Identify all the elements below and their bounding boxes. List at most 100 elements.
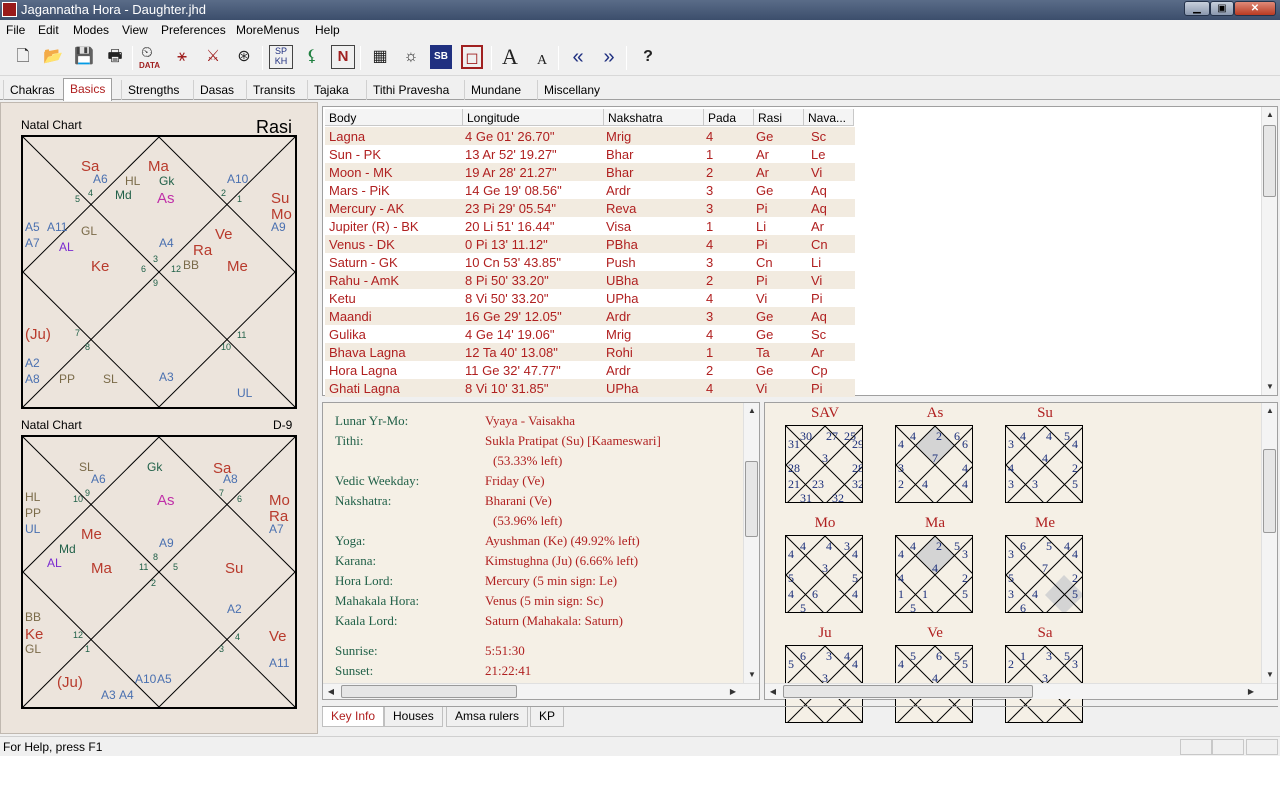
new-file-icon[interactable]: 🗋	[11, 45, 35, 69]
frame-icon[interactable]: ◻	[461, 45, 483, 69]
menu-edit[interactable]: Edit	[38, 23, 59, 37]
table-cell: Aq	[811, 183, 827, 198]
col-longitude[interactable]: Longitude	[463, 109, 604, 126]
chart-token: A4	[159, 236, 174, 250]
table-vscroll[interactable]: ▲ ▼	[1261, 107, 1277, 395]
table-row[interactable]: Lagna 4 Ge 01' 26.70" Mrig 4 Ge Sc	[325, 127, 855, 145]
chart-token: 1	[237, 194, 243, 204]
chart-token: 11	[139, 562, 149, 572]
close-button[interactable]: ✕	[1234, 1, 1276, 16]
next-icon[interactable]: »	[597, 45, 621, 69]
tab-houses[interactable]: Houses	[384, 707, 443, 727]
menu-preferences[interactable]: Preferences	[161, 23, 226, 37]
compare-icon[interactable]: ⚔	[201, 45, 225, 69]
tab-kp[interactable]: KP	[530, 707, 565, 727]
chart-token: AL	[47, 556, 62, 570]
col-pada[interactable]: Pada	[704, 109, 754, 126]
varga-chart[interactable]: 443445354465	[785, 535, 863, 613]
rasi-chart[interactable]: Sa Ma A6 HL Gk Md As 5 4 A10 2 1 Su Mo A9 A5 A11 A7 GL AL A4…	[21, 135, 297, 409]
varga-chart[interactable]: 44534442353	[1005, 425, 1083, 503]
chart-token: A4	[119, 688, 134, 702]
font-smaller-icon[interactable]: A	[530, 49, 554, 73]
maximize-button[interactable]: ▣	[1210, 1, 1234, 16]
varga-chart[interactable]: 425434421515	[895, 535, 973, 613]
varga-bindu: 6	[954, 429, 960, 443]
sb-icon[interactable]: SB	[430, 45, 452, 69]
chart-token: Md	[59, 542, 76, 556]
keyinfo-hscroll[interactable]: ◀ ▶	[323, 683, 759, 699]
grid-icon[interactable]: ▦	[368, 45, 392, 69]
menu-moremenus[interactable]: MoreMenus	[236, 23, 299, 37]
menu-view[interactable]: View	[122, 23, 148, 37]
chart-token: 10	[73, 494, 84, 504]
varga-bindu: 31	[800, 491, 812, 503]
tab-mundane[interactable]: Mundane	[464, 80, 527, 100]
varga-bindu: 6	[800, 649, 806, 663]
tab-chakras[interactable]: Chakras	[3, 80, 61, 100]
table-row[interactable]: Ghati Lagna 8 Vi 10' 31.85" UPha 4 Vi Pi	[325, 379, 855, 397]
col-rasi[interactable]: Rasi	[754, 109, 804, 126]
table-row[interactable]: Mars - PiK 14 Ge 19' 08.56" Ardr 3 Ge Aq	[325, 181, 855, 199]
table-row[interactable]: Sun - PK 13 Ar 52' 19.27" Bhar 1 Ar Le	[325, 145, 855, 163]
chart-token: A3	[101, 688, 116, 702]
astro-icon[interactable]: ⚸	[300, 45, 324, 69]
wheel-icon[interactable]: ⊛	[232, 45, 256, 69]
table-row[interactable]: Rahu - AmK 8 Pi 50' 33.20" UBha 2 Pi Vi	[325, 271, 855, 289]
transit-icon[interactable]: ⚹	[170, 45, 194, 69]
tab-dasas[interactable]: Dasas	[193, 80, 240, 100]
varga-bindu: 4	[1072, 437, 1078, 451]
varga-chart[interactable]: 654345723546	[1005, 535, 1083, 613]
previous-icon[interactable]: «	[566, 45, 590, 69]
varga-bindu: 4	[1046, 429, 1052, 443]
table-row[interactable]: Bhava Lagna 12 Ta 40' 13.08" Rohi 1 Ta Ar	[325, 343, 855, 361]
minimize-button[interactable]: ▁	[1184, 1, 1210, 16]
chart-token: 4	[88, 188, 94, 198]
tab-strengths[interactable]: Strengths	[121, 80, 185, 100]
table-row[interactable]: Ketu 8 Vi 50' 33.20" UPha 4 Vi Pi	[325, 289, 855, 307]
table-row[interactable]: Saturn - GK 10 Cn 53' 43.85" Push 3 Cn Li	[325, 253, 855, 271]
tab-tajaka[interactable]: Tajaka	[307, 80, 355, 100]
sun-icon[interactable]: ☼	[399, 45, 423, 69]
notes-icon[interactable]: N	[331, 45, 355, 69]
table-cell: 1	[706, 147, 714, 162]
varga-vscroll[interactable]: ▲ ▼	[1261, 403, 1277, 683]
col-navamsa[interactable]: Nava...	[804, 109, 854, 126]
table-row[interactable]: Jupiter (R) - BK 20 Li 51' 16.44" Visa 1 Li A…	[325, 217, 855, 235]
varga-chart[interactable]: 30 27 25 31 29 28 3 28 21 32 23 31 32	[785, 425, 863, 503]
varga-hscroll[interactable]: ◀ ▶	[765, 683, 1277, 699]
help-icon[interactable]: ?	[636, 45, 660, 69]
save-icon[interactable]: 💾	[72, 45, 96, 69]
varga-bindu: 2	[936, 429, 942, 443]
font-larger-icon[interactable]: A	[498, 45, 522, 69]
tab-amsa-rulers[interactable]: Amsa rulers	[446, 707, 529, 727]
tab-key-info[interactable]: Key Info	[322, 707, 385, 727]
tab-miscellany[interactable]: Miscellany	[537, 80, 606, 100]
col-body[interactable]: Body	[325, 109, 463, 126]
tab-basics[interactable]: Basics	[63, 78, 113, 101]
table-row[interactable]: Maandi 16 Ge 29' 12.05" Ardr 3 Ge Aq	[325, 307, 855, 325]
varga-bindu: 4	[1064, 539, 1070, 553]
table-row[interactable]: Moon - MK 19 Ar 28' 21.27" Bhar 2 Ar Vi	[325, 163, 855, 181]
open-folder-icon[interactable]: 📂	[41, 45, 65, 69]
table-cell: Bhava Lagna	[329, 345, 406, 360]
menu-modes[interactable]: Modes	[73, 23, 109, 37]
menu-help[interactable]: Help	[315, 23, 340, 37]
table-cell: Ge	[756, 183, 774, 198]
varga-chart[interactable]: 42646374244	[895, 425, 973, 503]
navamsa-chart[interactable]: SL Gk Sa A6 A8 9 10 As 7 6 HL PP UL Mo Ra A7 Me Md A9 AL Ma 8…	[21, 435, 297, 709]
table-cell: Ge	[756, 309, 774, 324]
table-row[interactable]: Venus - DK 0 Pi 13' 11.12" PBha 4 Pi Cn	[325, 235, 855, 253]
varga-bindu: 5	[788, 571, 794, 585]
table-row[interactable]: Hora Lagna 11 Ge 32' 47.77" Ardr 2 Ge Cp	[325, 361, 855, 379]
varga-bindu: 4	[1020, 429, 1026, 443]
col-nakshatra[interactable]: Nakshatra	[604, 109, 704, 126]
print-icon[interactable]: 🖶	[103, 45, 127, 69]
tab-tithi-pravesha[interactable]: Tithi Pravesha	[366, 80, 455, 100]
tab-transits[interactable]: Transits	[246, 80, 301, 100]
birth-data-icon[interactable]: ⏲ DATA	[139, 44, 165, 70]
keyinfo-vscroll[interactable]: ▲ ▼	[743, 403, 759, 683]
menu-file[interactable]: File	[6, 23, 25, 37]
special-kh-icon[interactable]: SP KH	[269, 45, 293, 69]
table-row[interactable]: Gulika 4 Ge 14' 19.06" Mrig 4 Ge Sc	[325, 325, 855, 343]
table-row[interactable]: Mercury - AK 23 Pi 29' 05.54" Reva 3 Pi Aq	[325, 199, 855, 217]
